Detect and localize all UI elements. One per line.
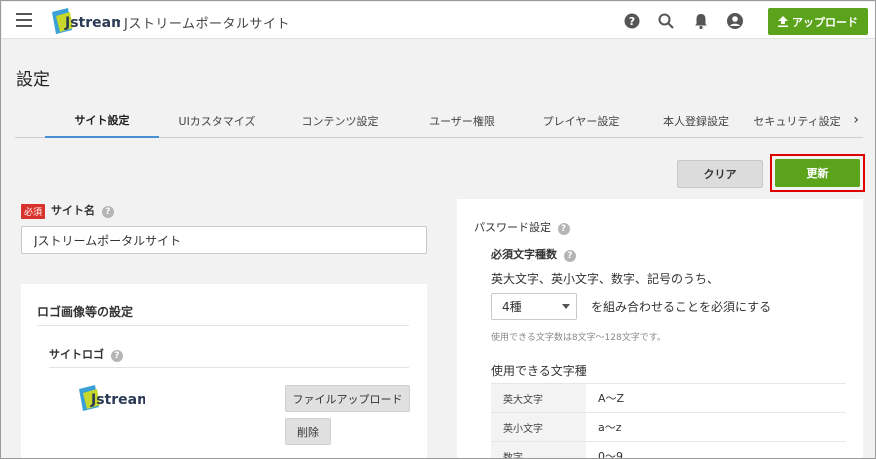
site-name-input[interactable] [21,226,427,254]
divider [49,367,409,368]
upload-icon [778,16,788,27]
app-frame: Jstream Jストリームポータルサイト ? アップロード 設定 サイト設定 … [0,0,876,459]
settings-tabs: サイト設定 UIカスタマイズ コンテンツ設定 ユーザー権限 プレイヤー設定 本人… [15,104,863,138]
delete-button[interactable]: 削除 [285,418,331,445]
help-icon[interactable]: ? [557,223,570,235]
clear-button[interactable]: クリア [677,160,763,188]
upload-label: アップロード [792,15,858,29]
char-types-select[interactable]: 4種 [491,293,577,320]
password-settings-card: パスワード設定 ? 必須文字種数 ? 英大文字、英小文字、数字、記号のうち、 4… [457,199,863,459]
logo-settings-title: ロゴ画像等の設定 [37,305,134,319]
tab-content-settings[interactable]: コンテンツ設定 [275,104,405,138]
search-icon[interactable] [657,12,675,30]
char-range: A〜Z [598,392,625,405]
password-title: パスワード設定 [474,221,551,234]
logo-settings-card: ロゴ画像等の設定 サイトロゴ ? Jstream ファイルアップロード 削除 [21,284,427,458]
tab-ui-customize[interactable]: UIカスタマイズ [159,104,275,138]
password-suffix: を組み合わせることを必須にする [591,300,772,314]
tab-registration-settings[interactable]: 本人登録設定 [643,104,749,138]
divider [37,325,409,326]
upload-button[interactable]: アップロード [768,8,868,35]
tab-user-permissions[interactable]: ユーザー権限 [405,104,519,138]
char-types-select-value: 4種 [502,300,522,314]
page-title: 設定 [16,70,50,90]
chevron-right-icon[interactable]: › [853,112,859,128]
chevron-down-icon [562,304,570,309]
file-upload-button[interactable]: ファイルアップロード [285,385,410,412]
password-sentence: 英大文字、英小文字、数字、記号のうち、 [491,272,720,286]
account-icon[interactable] [726,12,744,30]
logo-text: Jstream [64,15,120,31]
char-range: 0〜9 [598,450,623,459]
allowed-chars-title: 使用できる文字種 [491,364,587,378]
site-logo-preview: Jstream [79,385,145,411]
password-note: 使用できる文字数は8文字〜128文字です。 [491,333,666,343]
logo-preview-text: Jstream [90,392,145,408]
menu-icon[interactable] [16,13,32,27]
required-types-label: 必須文字種数 [491,248,557,261]
char-type: 英大文字 [491,384,586,412]
required-badge: 必須 [21,204,46,219]
top-header: Jstream Jストリームポータルサイト ? アップロード [2,2,875,39]
site-name-label-row: サイト名 ? [51,202,114,218]
table-row: 英大文字 A〜Z [491,383,846,412]
bell-icon[interactable] [692,12,710,30]
password-title-row: パスワード設定 ? [474,219,570,235]
svg-text:?: ? [629,15,635,28]
site-name-label: サイト名 [51,204,95,217]
tab-security-settings[interactable]: セキュリティ設定 [749,104,845,138]
table-row: 数字 0〜9 [491,441,846,459]
tab-player-settings[interactable]: プレイヤー設定 [519,104,643,138]
jstream-logo[interactable]: Jstream [50,8,120,34]
site-logo-label-row: サイトロゴ ? [49,346,123,362]
help-icon[interactable]: ? [563,250,576,262]
char-type: 英小文字 [491,413,586,441]
required-types-row: 必須文字種数 ? [491,246,576,262]
char-type: 数字 [491,442,586,458]
app-title: Jストリームポータルサイト [124,17,290,32]
allowed-chars-table: 英大文字 A〜Z 英小文字 a〜z 数字 0〜9 [491,383,846,459]
help-icon[interactable]: ? [110,350,123,362]
help-icon[interactable]: ? [101,206,114,218]
site-logo-label: サイトロゴ [49,348,104,361]
update-button[interactable]: 更新 [775,159,860,187]
char-range: a〜z [598,421,622,434]
table-row: 英小文字 a〜z [491,412,846,441]
help-icon[interactable]: ? [623,12,641,30]
tab-site-settings[interactable]: サイト設定 [45,104,159,138]
